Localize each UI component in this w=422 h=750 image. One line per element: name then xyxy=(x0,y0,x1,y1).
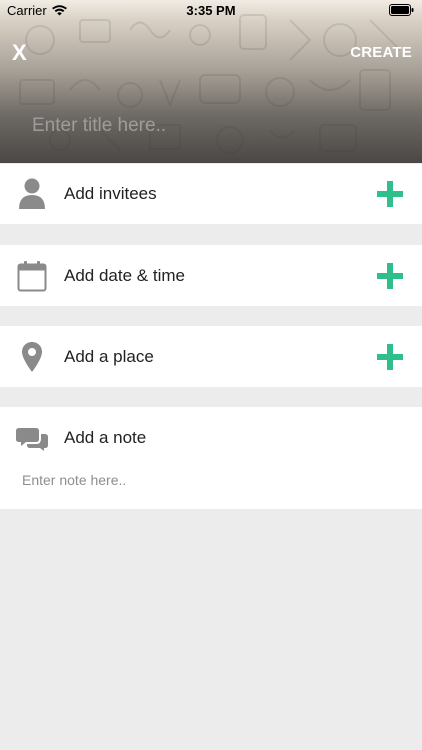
add-date-time-row[interactable]: Add date & time xyxy=(0,245,422,306)
add-invitees-label: Add invitees xyxy=(64,184,157,203)
note-input[interactable] xyxy=(22,469,402,491)
header-banner: Carrier 3:35 PM X CREATE xyxy=(0,0,422,163)
add-place-row[interactable]: Add a place xyxy=(0,326,422,387)
create-button[interactable]: CREATE xyxy=(350,44,412,61)
title-input[interactable] xyxy=(32,112,392,140)
add-note-row: Add a note xyxy=(0,407,422,509)
status-time: 3:35 PM xyxy=(186,3,236,18)
calendar-icon xyxy=(16,260,48,292)
person-icon xyxy=(16,178,48,210)
add-note-label: Add a note xyxy=(64,428,147,447)
status-bar: Carrier 3:35 PM xyxy=(0,0,422,22)
add-invitees-plus-icon[interactable] xyxy=(377,181,403,207)
add-place-plus-icon[interactable] xyxy=(377,343,403,370)
add-date-time-label: Add date & time xyxy=(64,265,185,285)
add-date-time-plus-icon[interactable] xyxy=(377,262,403,289)
add-place-label: Add a place xyxy=(64,346,154,366)
add-invitees-row[interactable]: Add invitees xyxy=(0,164,422,224)
battery-icon xyxy=(389,4,414,19)
chat-bubbles-icon xyxy=(16,423,48,455)
close-button[interactable]: X xyxy=(12,40,34,66)
location-pin-icon xyxy=(16,341,48,373)
